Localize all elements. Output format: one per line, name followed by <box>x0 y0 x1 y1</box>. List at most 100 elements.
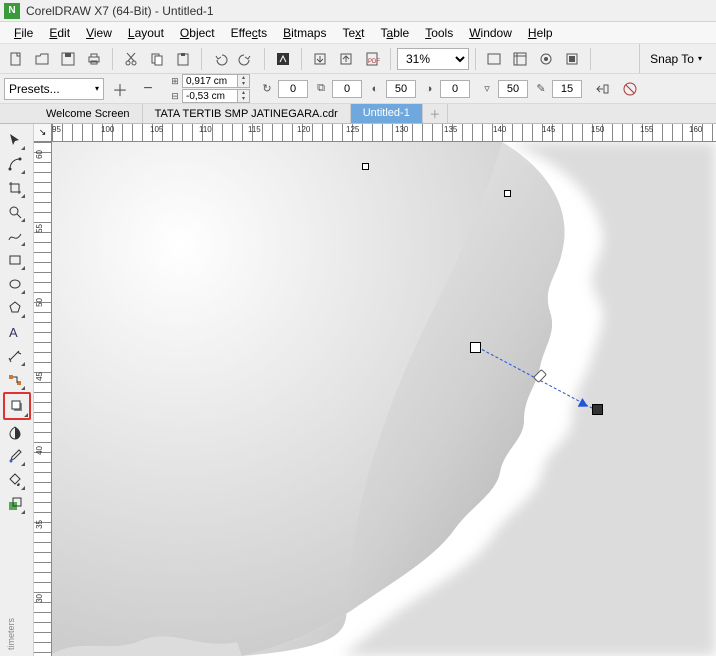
feather-icon: ✎ <box>532 80 550 98</box>
document-tabs: Welcome Screen TATA TERTIB SMP JATINEGAR… <box>0 104 716 124</box>
text-tool[interactable]: A <box>3 320 27 344</box>
save-button[interactable] <box>56 47 80 71</box>
ruler-h-tick: 155 <box>640 125 653 134</box>
new-button[interactable] <box>4 47 28 71</box>
app-icon: N <box>4 3 20 19</box>
x-position-input[interactable] <box>182 74 238 88</box>
transparency-tool[interactable] <box>3 420 27 444</box>
fill-end-node[interactable] <box>592 404 603 415</box>
export-button[interactable] <box>334 47 358 71</box>
smart-fill-tool[interactable] <box>3 492 27 516</box>
show-guidelines-button[interactable] <box>534 47 558 71</box>
ruler-h-tick: 160 <box>689 125 702 134</box>
show-rulers-button[interactable] <box>508 47 532 71</box>
fade-input[interactable] <box>440 80 470 98</box>
options-button[interactable] <box>560 47 584 71</box>
doc-tab-untitled[interactable]: Untitled-1 <box>351 104 423 123</box>
interactive-fill-tool[interactable] <box>3 468 27 492</box>
zoom-level-select[interactable]: 31% <box>397 48 469 70</box>
redo-button[interactable] <box>234 47 258 71</box>
ruler-v-tick: 40 <box>35 446 44 455</box>
parallel-dimension-tool[interactable] <box>3 344 27 368</box>
svg-text:A: A <box>9 325 18 340</box>
property-bar: Presets...▾ ＋ − ⊞▴▾ ⊟▴▾ ↻ ⧉ ◐ ◑ ▿ ✎ <box>0 74 716 104</box>
doc-tab-welcome[interactable]: Welcome Screen <box>34 104 143 123</box>
window-title: CorelDRAW X7 (64-Bit) - Untitled-1 <box>26 4 214 18</box>
cut-button[interactable] <box>119 47 143 71</box>
zoom-tool[interactable] <box>3 200 27 224</box>
pick-tool[interactable] <box>3 128 27 152</box>
crop-tool[interactable] <box>3 176 27 200</box>
ruler-v-tick: 30 <box>35 594 44 603</box>
ruler-h-tick: 110 <box>199 125 212 134</box>
shape-tool[interactable] <box>3 152 27 176</box>
selection-handle-top[interactable] <box>362 163 369 170</box>
print-button[interactable] <box>82 47 106 71</box>
ruler-h-tick: 100 <box>101 125 114 134</box>
vertical-ruler[interactable]: 60555045403530 <box>34 142 52 656</box>
copies-input[interactable] <box>332 80 362 98</box>
add-preset-button[interactable]: ＋ <box>108 77 132 101</box>
ruler-origin[interactable]: ↘ <box>34 124 52 142</box>
search-content-button[interactable] <box>271 47 295 71</box>
menu-edit[interactable]: Edit <box>41 24 78 42</box>
color-eyedropper-tool[interactable] <box>3 444 27 468</box>
presets-dropdown[interactable]: Presets...▾ <box>4 78 104 100</box>
freehand-tool[interactable] <box>3 224 27 248</box>
unit-label: timeters <box>6 618 16 650</box>
feather-input[interactable] <box>552 80 582 98</box>
menu-effects[interactable]: Effects <box>223 24 275 42</box>
title-bar: N CorelDRAW X7 (64-Bit) - Untitled-1 <box>0 0 716 22</box>
canvas-artwork <box>52 142 716 656</box>
menu-tools[interactable]: Tools <box>417 24 461 42</box>
menu-table[interactable]: Table <box>373 24 418 42</box>
ellipse-tool[interactable] <box>3 272 27 296</box>
selection-handle-right[interactable] <box>504 190 511 197</box>
svg-text:PDF: PDF <box>368 59 380 65</box>
menu-layout[interactable]: Layout <box>120 24 172 42</box>
copy-properties-button[interactable] <box>590 77 614 101</box>
menu-help[interactable]: Help <box>520 24 561 42</box>
publish-pdf-button[interactable]: PDF <box>360 47 384 71</box>
clear-effect-button[interactable] <box>618 77 642 101</box>
menu-object[interactable]: Object <box>172 24 223 42</box>
ruler-v-tick: 60 <box>35 150 44 159</box>
paste-button[interactable] <box>171 47 195 71</box>
doc-tab-tata[interactable]: TATA TERTIB SMP JATINEGARA.cdr <box>143 104 351 123</box>
new-doc-tab-button[interactable]: ＋ <box>423 104 448 123</box>
fill-start-node[interactable] <box>470 342 481 353</box>
y-position-input[interactable] <box>182 89 238 103</box>
import-button[interactable] <box>308 47 332 71</box>
ruler-h-tick: 115 <box>248 125 261 134</box>
snap-to-dropdown[interactable]: Snap To ▾ <box>639 44 712 73</box>
polygon-tool[interactable] <box>3 296 27 320</box>
ruler-h-tick: 120 <box>297 125 310 134</box>
horizontal-ruler[interactable]: 9510010511011512012513013514014515015516… <box>52 124 716 142</box>
opacity-input[interactable] <box>386 80 416 98</box>
open-button[interactable] <box>30 47 54 71</box>
ruler-h-tick: 105 <box>150 125 163 134</box>
rotation-input[interactable] <box>278 80 308 98</box>
ruler-h-tick: 130 <box>395 125 408 134</box>
ruler-h-tick: 150 <box>591 125 604 134</box>
toolbox: A timeters <box>0 124 34 656</box>
copy-button[interactable] <box>145 47 169 71</box>
delete-preset-button[interactable]: − <box>136 77 160 101</box>
drawing-area[interactable]: ↘ 95100105110115120125130135140145150155… <box>34 124 716 656</box>
x-pos-icon: ⊞ <box>168 74 182 88</box>
copies-icon: ⧉ <box>312 80 330 98</box>
menu-view[interactable]: View <box>78 24 120 42</box>
menu-file[interactable]: File <box>6 24 41 42</box>
fullscreen-preview-button[interactable] <box>482 47 506 71</box>
ruler-h-tick: 140 <box>493 125 506 134</box>
ruler-h-tick: 95 <box>52 125 61 134</box>
ruler-h-tick: 135 <box>444 125 457 134</box>
undo-button[interactable] <box>208 47 232 71</box>
drop-shadow-tool[interactable] <box>3 392 31 420</box>
menu-window[interactable]: Window <box>461 24 520 42</box>
menu-bitmaps[interactable]: Bitmaps <box>275 24 334 42</box>
connector-tool[interactable] <box>3 368 27 392</box>
menu-text[interactable]: Text <box>334 24 372 42</box>
transparency-start-input[interactable] <box>498 80 528 98</box>
rectangle-tool[interactable] <box>3 248 27 272</box>
